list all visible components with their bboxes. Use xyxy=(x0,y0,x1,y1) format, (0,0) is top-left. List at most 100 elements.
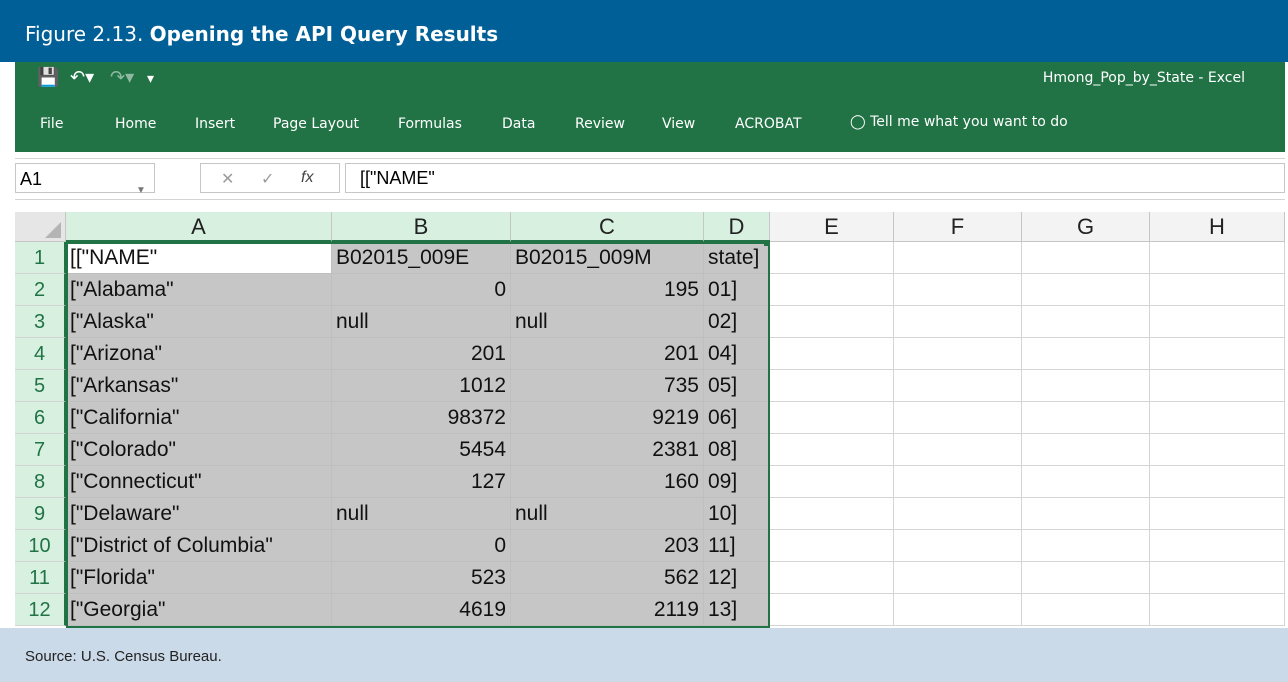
cell-f7[interactable] xyxy=(894,434,1022,466)
row-header[interactable]: 10 xyxy=(15,530,66,562)
cell-a3[interactable]: ["Alaska" xyxy=(66,306,332,338)
tab-acrobat[interactable]: ACROBAT xyxy=(735,116,802,132)
row-header[interactable]: 1 xyxy=(15,242,66,274)
cell-a9[interactable]: ["Delaware" xyxy=(66,498,332,530)
cell-f2[interactable] xyxy=(894,274,1022,306)
cell-g9[interactable] xyxy=(1022,498,1150,530)
redo-icon[interactable]: ↷▾ xyxy=(110,67,134,88)
cell-b8[interactable]: 127 xyxy=(332,466,511,498)
row-header[interactable]: 3 xyxy=(15,306,66,338)
cell-a10[interactable]: ["District of Columbia" xyxy=(66,530,332,562)
cell-e1[interactable] xyxy=(770,242,894,274)
cell-f1[interactable] xyxy=(894,242,1022,274)
cell-d5[interactable]: 05] xyxy=(704,370,770,402)
cell-e4[interactable] xyxy=(770,338,894,370)
cell-h9[interactable] xyxy=(1150,498,1285,530)
cell-a5[interactable]: ["Arkansas" xyxy=(66,370,332,402)
cell-b12[interactable]: 4619 xyxy=(332,594,511,626)
row-header[interactable]: 9 xyxy=(15,498,66,530)
column-header-b[interactable]: B xyxy=(332,212,511,242)
cell-g6[interactable] xyxy=(1022,402,1150,434)
cell-c9[interactable]: null xyxy=(511,498,704,530)
cell-b11[interactable]: 523 xyxy=(332,562,511,594)
column-header-h[interactable]: H xyxy=(1150,212,1285,242)
column-header-e[interactable]: E xyxy=(770,212,894,242)
cell-g1[interactable] xyxy=(1022,242,1150,274)
cell-e10[interactable] xyxy=(770,530,894,562)
cell-c2[interactable]: 195 xyxy=(511,274,704,306)
cell-h11[interactable] xyxy=(1150,562,1285,594)
cell-d2[interactable]: 01] xyxy=(704,274,770,306)
cell-d3[interactable]: 02] xyxy=(704,306,770,338)
cell-b4[interactable]: 201 xyxy=(332,338,511,370)
column-header-f[interactable]: F xyxy=(894,212,1022,242)
cell-a8[interactable]: ["Connecticut" xyxy=(66,466,332,498)
cell-a4[interactable]: ["Arizona" xyxy=(66,338,332,370)
cell-e11[interactable] xyxy=(770,562,894,594)
tab-view[interactable]: View xyxy=(662,116,695,132)
cell-f6[interactable] xyxy=(894,402,1022,434)
cell-e3[interactable] xyxy=(770,306,894,338)
select-all-button[interactable] xyxy=(15,212,66,242)
cell-c4[interactable]: 201 xyxy=(511,338,704,370)
cancel-icon[interactable]: ✕ xyxy=(221,169,234,189)
formula-input[interactable]: [["NAME" xyxy=(345,163,1285,193)
cell-g4[interactable] xyxy=(1022,338,1150,370)
undo-icon[interactable]: ↶▾ xyxy=(70,67,94,88)
column-header-d[interactable]: D xyxy=(704,212,770,242)
cell-d4[interactable]: 04] xyxy=(704,338,770,370)
tab-data[interactable]: Data xyxy=(502,116,535,132)
tab-formulas[interactable]: Formulas xyxy=(398,116,462,132)
cell-b3[interactable]: null xyxy=(332,306,511,338)
cell-e2[interactable] xyxy=(770,274,894,306)
cell-c6[interactable]: 9219 xyxy=(511,402,704,434)
cell-a6[interactable]: ["California" xyxy=(66,402,332,434)
cell-c5[interactable]: 735 xyxy=(511,370,704,402)
cell-g5[interactable] xyxy=(1022,370,1150,402)
cell-e9[interactable] xyxy=(770,498,894,530)
cell-h1[interactable] xyxy=(1150,242,1285,274)
tell-me-box[interactable]: ◯ Tell me what you want to do xyxy=(850,114,1068,130)
cell-h8[interactable] xyxy=(1150,466,1285,498)
cell-h12[interactable] xyxy=(1150,594,1285,626)
cell-h6[interactable] xyxy=(1150,402,1285,434)
cell-b2[interactable]: 0 xyxy=(332,274,511,306)
cell-b6[interactable]: 98372 xyxy=(332,402,511,434)
tab-file[interactable]: File xyxy=(40,116,63,132)
cell-a11[interactable]: ["Florida" xyxy=(66,562,332,594)
column-header-c[interactable]: C xyxy=(511,212,704,242)
tab-insert[interactable]: Insert xyxy=(195,116,235,132)
cell-e8[interactable] xyxy=(770,466,894,498)
cell-d11[interactable]: 12] xyxy=(704,562,770,594)
cell-h7[interactable] xyxy=(1150,434,1285,466)
row-header[interactable]: 5 xyxy=(15,370,66,402)
tab-review[interactable]: Review xyxy=(575,116,625,132)
spreadsheet-grid[interactable]: A B C D E F G H 1 [["NAME" B02015_009E B02015_009M s… xyxy=(15,212,1285,628)
cell-h10[interactable] xyxy=(1150,530,1285,562)
row-header[interactable]: 12 xyxy=(15,594,66,626)
row-header[interactable]: 4 xyxy=(15,338,66,370)
save-icon[interactable]: 💾 xyxy=(37,67,59,88)
cell-c10[interactable]: 203 xyxy=(511,530,704,562)
row-header[interactable]: 11 xyxy=(15,562,66,594)
cell-a7[interactable]: ["Colorado" xyxy=(66,434,332,466)
cell-c3[interactable]: null xyxy=(511,306,704,338)
chevron-down-icon[interactable]: ▼ xyxy=(136,176,146,206)
cell-g2[interactable] xyxy=(1022,274,1150,306)
cell-d8[interactable]: 09] xyxy=(704,466,770,498)
enter-icon[interactable]: ✓ xyxy=(261,169,274,189)
cell-a12[interactable]: ["Georgia" xyxy=(66,594,332,626)
tab-home[interactable]: Home xyxy=(115,116,156,132)
cell-b1[interactable]: B02015_009E xyxy=(332,242,511,274)
row-header[interactable]: 2 xyxy=(15,274,66,306)
cell-h2[interactable] xyxy=(1150,274,1285,306)
cell-e12[interactable] xyxy=(770,594,894,626)
cell-e7[interactable] xyxy=(770,434,894,466)
cell-d9[interactable]: 10] xyxy=(704,498,770,530)
cell-d12[interactable]: 13] xyxy=(704,594,770,626)
cell-f10[interactable] xyxy=(894,530,1022,562)
cell-d1[interactable]: state] xyxy=(704,242,770,274)
column-header-g[interactable]: G xyxy=(1022,212,1150,242)
cell-f4[interactable] xyxy=(894,338,1022,370)
cell-d7[interactable]: 08] xyxy=(704,434,770,466)
